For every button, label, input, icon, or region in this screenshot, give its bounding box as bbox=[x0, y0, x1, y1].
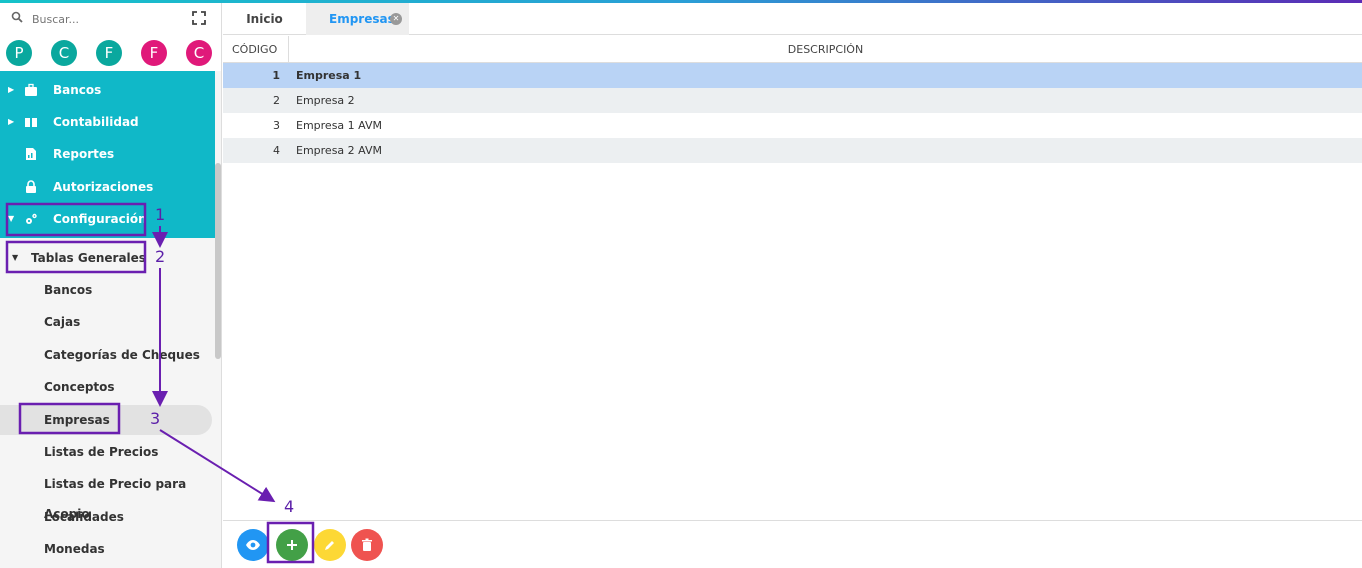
submenu-item-categorias-de-cheques[interactable]: Categorías de Cheques bbox=[0, 340, 215, 370]
delete-button[interactable] bbox=[351, 529, 383, 561]
menu-item-reportes[interactable]: Reportes bbox=[0, 139, 215, 169]
view-button[interactable] bbox=[237, 529, 269, 561]
table-row[interactable]: 2 Empresa 2 bbox=[223, 88, 1362, 113]
submenu-item-bancos[interactable]: Bancos bbox=[0, 275, 215, 305]
submenu-item-monedas[interactable]: Monedas bbox=[0, 534, 215, 564]
sidebar: P C F F C ▶ Bancos ▶ Contabilidad Report… bbox=[0, 3, 222, 568]
column-header-descripcion[interactable]: DESCRIPCIÓN bbox=[289, 36, 1362, 63]
tab-empresas[interactable]: Empresas ✕ bbox=[306, 3, 409, 35]
main-menu: ▶ Bancos ▶ Contabilidad Reportes Autoriz… bbox=[0, 71, 215, 238]
search-input[interactable] bbox=[32, 10, 172, 28]
column-header-codigo[interactable]: CÓDIGO bbox=[223, 36, 289, 63]
avatar-p[interactable]: P bbox=[6, 40, 32, 66]
menu-item-tablas-generales[interactable]: ▼ Tablas Generales bbox=[0, 243, 215, 273]
menu-item-configuracion[interactable]: ▼ Configuración bbox=[0, 204, 215, 234]
avatar-c[interactable]: C bbox=[51, 40, 77, 66]
lock-icon bbox=[26, 180, 36, 193]
annotation-number-3: 3 bbox=[150, 409, 161, 428]
trash-icon bbox=[362, 538, 372, 551]
submenu-item-cajas[interactable]: Cajas bbox=[0, 307, 215, 337]
favorites-bar: P C F F C bbox=[0, 35, 221, 71]
submenu-item-empresas[interactable]: Empresas bbox=[0, 405, 212, 435]
avatar-f-pink[interactable]: F bbox=[141, 40, 167, 66]
table-header: CÓDIGO DESCRIPCIÓN bbox=[223, 36, 1362, 63]
table-row[interactable]: 3 Empresa 1 AVM bbox=[223, 113, 1362, 138]
pencil-icon bbox=[325, 541, 334, 550]
chevron-right-icon: ▶ bbox=[8, 117, 15, 126]
menu-item-contabilidad[interactable]: ▶ Contabilidad bbox=[0, 107, 215, 137]
chevron-right-icon: ▶ bbox=[8, 85, 15, 94]
report-icon bbox=[26, 148, 36, 160]
plus-icon bbox=[287, 540, 297, 550]
menu-item-bancos[interactable]: ▶ Bancos bbox=[0, 75, 215, 105]
gears-icon bbox=[26, 213, 37, 224]
chevron-down-icon: ▼ bbox=[12, 253, 19, 262]
search-icon bbox=[11, 11, 23, 23]
annotation-number-1: 1 bbox=[155, 205, 166, 224]
chevron-down-icon: ▼ bbox=[8, 214, 15, 223]
submenu-item-listas-de-precio-para-acopio[interactable]: Listas de Precio para Acopio bbox=[0, 469, 215, 521]
tab-bar: Inicio Empresas ✕ bbox=[223, 3, 1362, 35]
add-button[interactable] bbox=[276, 529, 308, 561]
submenu-item-localidades[interactable]: Localidades bbox=[0, 502, 215, 532]
annotation-number-4: 4 bbox=[284, 497, 295, 516]
avatar-c-pink[interactable]: C bbox=[186, 40, 212, 66]
sidebar-search bbox=[0, 3, 221, 35]
close-tab-icon[interactable]: ✕ bbox=[390, 13, 402, 25]
submenu-item-listas-de-precios[interactable]: Listas de Precios bbox=[0, 437, 215, 467]
table-row[interactable]: 1 Empresa 1 bbox=[223, 63, 1362, 88]
edit-button[interactable] bbox=[314, 529, 346, 561]
menu-item-autorizaciones[interactable]: Autorizaciones bbox=[0, 172, 215, 202]
eye-icon bbox=[246, 540, 260, 550]
briefcase-icon bbox=[25, 83, 37, 96]
table-row[interactable]: 4 Empresa 2 AVM bbox=[223, 138, 1362, 163]
sidebar-scrollbar[interactable] bbox=[215, 163, 221, 359]
fullscreen-icon[interactable] bbox=[192, 11, 206, 25]
book-icon bbox=[25, 118, 37, 127]
action-toolbar bbox=[223, 520, 1362, 568]
avatar-f[interactable]: F bbox=[96, 40, 122, 66]
submenu-item-conceptos[interactable]: Conceptos bbox=[0, 372, 215, 402]
tab-inicio[interactable]: Inicio bbox=[223, 3, 306, 35]
annotation-number-2: 2 bbox=[155, 247, 166, 266]
